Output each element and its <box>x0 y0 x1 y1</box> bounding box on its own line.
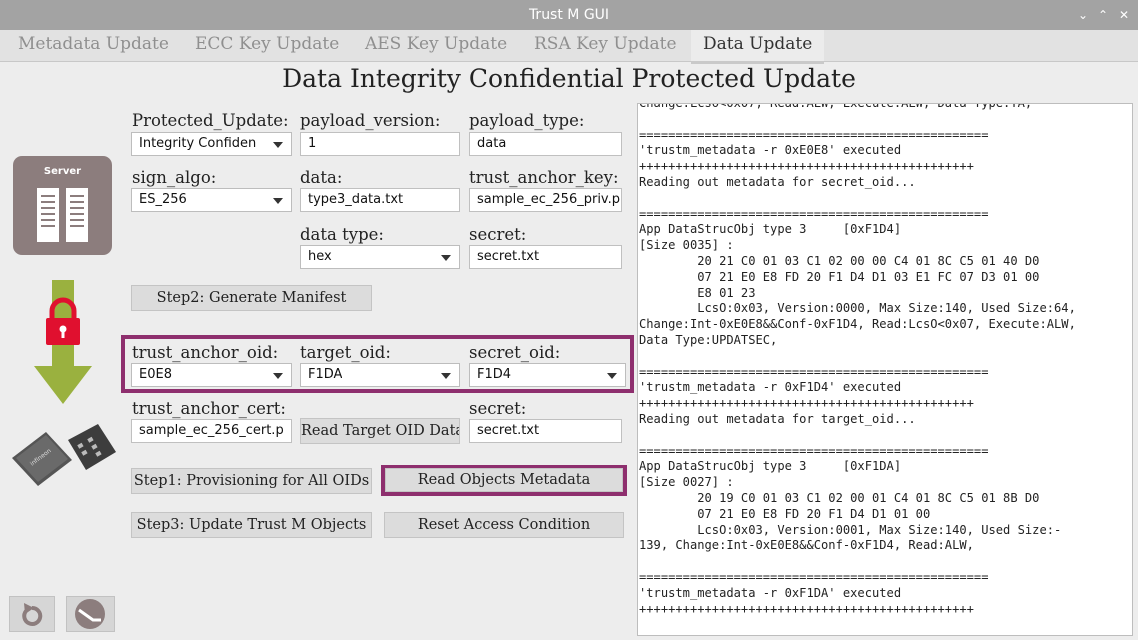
chevron-down-icon <box>599 364 625 386</box>
trust-anchor-cert-input[interactable]: sample_ec_256_cert.p <box>131 419 292 443</box>
data-label: data: <box>300 168 343 187</box>
payload-type-input[interactable]: data <box>469 132 622 156</box>
payload-version-input[interactable]: 1 <box>300 132 460 156</box>
chevron-down-icon <box>265 133 291 155</box>
secret-input-top[interactable]: secret.txt <box>469 245 622 269</box>
read-objects-metadata-button[interactable]: Read Objects Metadata <box>385 468 623 492</box>
tab-rsa-key-update[interactable]: RSA Key Update <box>534 30 677 61</box>
title-bar: Trust M GUI ⌄ ⌃ ✕ <box>0 0 1138 30</box>
tab-ecc-key-update[interactable]: ECC Key Update <box>195 30 339 61</box>
server-illustration: Server <box>13 156 112 255</box>
chevron-down-icon <box>433 246 459 268</box>
data-type-label: data type: <box>300 225 384 244</box>
chevron-down-icon <box>265 189 291 211</box>
server-icon <box>37 188 88 242</box>
trust-anchor-cert-label: trust_anchor_cert: <box>132 399 286 418</box>
secret-input-bottom[interactable]: secret.txt <box>469 419 622 443</box>
secret-oid-label: secret_oid: <box>469 343 561 362</box>
tab-metadata-update[interactable]: Metadata Update <box>18 30 169 61</box>
page-title: Data Integrity Confidential Protected Up… <box>282 64 856 93</box>
secret-label-bottom: secret: <box>469 399 527 418</box>
target-oid-label: target_oid: <box>300 343 391 362</box>
trust-anchor-oid-select[interactable]: E0E8 <box>131 363 292 387</box>
tab-data-update[interactable]: Data Update <box>691 30 825 64</box>
secure-transfer-arrow-icon <box>34 280 92 404</box>
chevron-down-icon <box>433 364 459 386</box>
secret-label-top: secret: <box>469 225 527 244</box>
read-target-oid-data-button[interactable]: Read Target OID Data <box>300 418 460 444</box>
target-oid-select[interactable]: F1DA <box>300 363 460 387</box>
sign-algo-label: sign_algo: <box>132 168 217 187</box>
minimize-icon[interactable]: ⌄ <box>1078 0 1088 30</box>
console-text: Change:LcsO<0x07, Read:ALW, Execute:ALW,… <box>639 103 1076 616</box>
data-type-select[interactable]: hex <box>300 245 460 269</box>
trust-anchor-key-input[interactable]: sample_ec_256_priv.p <box>469 188 622 212</box>
console-output[interactable]: Change:LcsO<0x07, Read:ALW, Execute:ALW,… <box>637 103 1133 636</box>
secret-oid-select[interactable]: F1D4 <box>469 363 626 387</box>
refresh-button[interactable] <box>9 596 55 632</box>
device-icon <box>75 599 105 629</box>
protected-update-label: Protected_Update: <box>132 111 289 130</box>
window-title: Trust M GUI <box>528 7 610 23</box>
provisioning-button[interactable]: Step1: Provisioning for All OIDs <box>131 468 372 494</box>
payload-version-label: payload_version: <box>300 111 441 130</box>
generate-manifest-button[interactable]: Step2: Generate Manifest <box>131 285 372 311</box>
chip-icon: infineon <box>12 424 116 486</box>
data-input[interactable]: type3_data.txt <box>300 188 460 212</box>
update-objects-button[interactable]: Step3: Update Trust M Objects <box>131 512 372 538</box>
trust-anchor-key-label: trust_anchor_key: <box>469 168 619 187</box>
reset-access-condition-button[interactable]: Reset Access Condition <box>384 512 624 538</box>
close-icon[interactable]: ✕ <box>1119 0 1129 30</box>
tab-aes-key-update[interactable]: AES Key Update <box>365 30 507 61</box>
payload-type-label: payload_type: <box>469 111 585 130</box>
sign-algo-select[interactable]: ES_256 <box>131 188 292 212</box>
refresh-icon <box>22 603 43 626</box>
trust-anchor-oid-label: trust_anchor_oid: <box>132 343 279 362</box>
maximize-icon[interactable]: ⌃ <box>1098 0 1108 30</box>
protected-update-select[interactable]: Integrity Confiden <box>131 132 292 156</box>
device-button[interactable] <box>66 596 115 632</box>
tab-bar: Metadata Update ECC Key Update AES Key U… <box>0 30 1138 64</box>
chevron-down-icon <box>265 364 291 386</box>
